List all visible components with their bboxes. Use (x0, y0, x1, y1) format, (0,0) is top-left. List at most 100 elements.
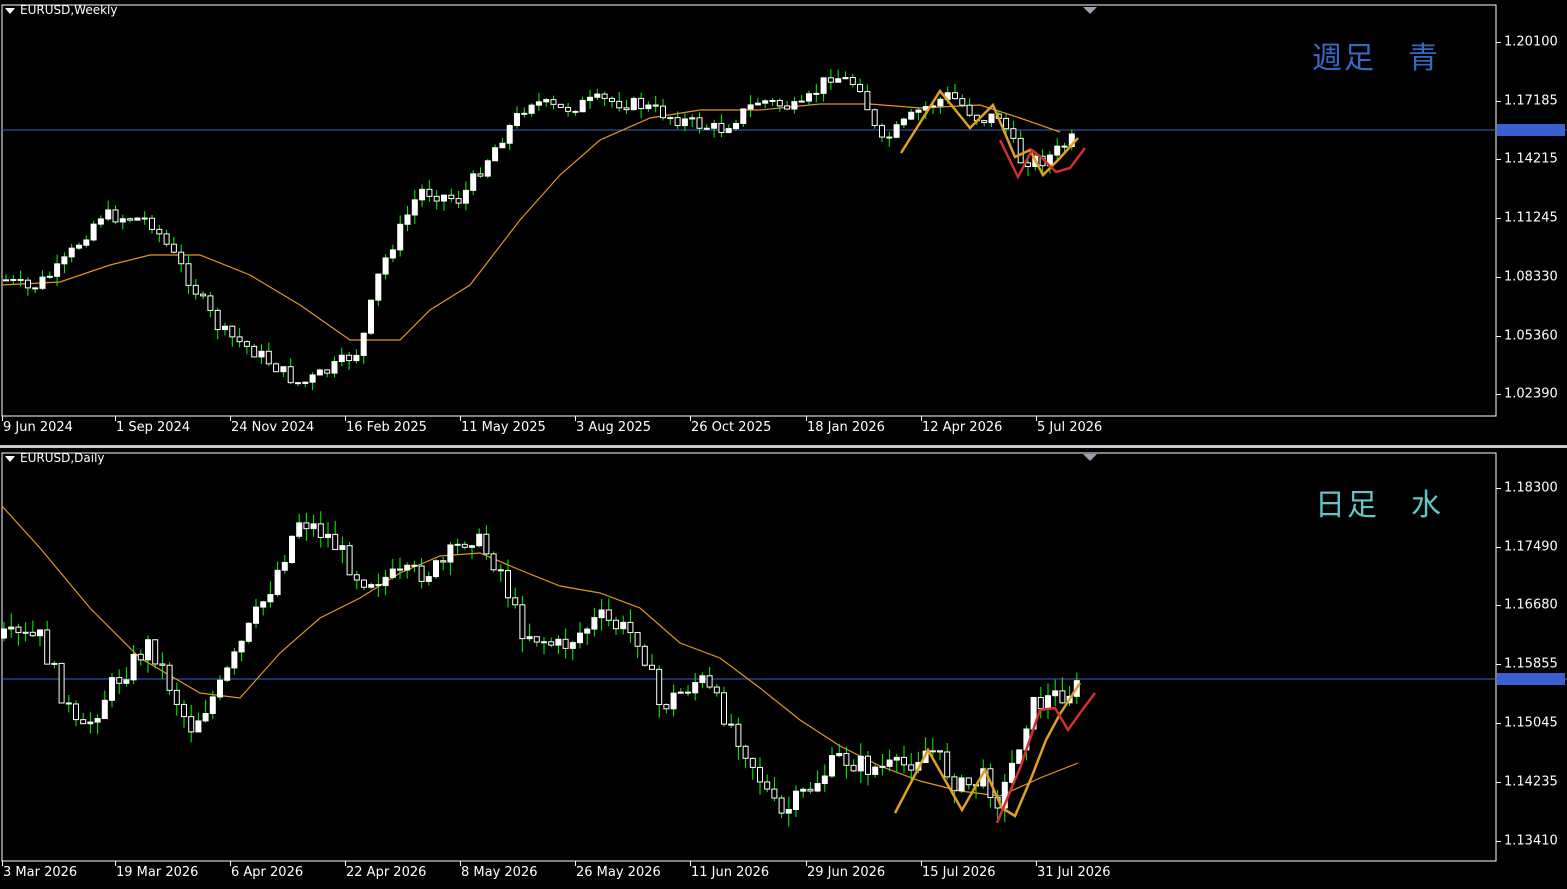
candle-body (127, 218, 134, 221)
candle-body (713, 686, 720, 694)
candle-body (433, 195, 440, 202)
candle-body (569, 642, 576, 649)
candle-body (740, 108, 747, 124)
candle-body (1, 628, 7, 639)
chart-shift-icon[interactable] (1083, 454, 1097, 461)
chart-shift-icon[interactable] (1083, 7, 1097, 14)
candle-body (584, 628, 591, 634)
candle-body (119, 218, 126, 223)
candle-body (461, 543, 468, 548)
candle-body (966, 104, 973, 116)
candle-body (309, 374, 316, 383)
candle-body (325, 533, 331, 538)
candle-body (908, 111, 915, 120)
candle-body (813, 92, 820, 95)
candle-body (188, 716, 195, 733)
candle-body (3, 279, 9, 282)
candle-body (634, 632, 641, 647)
chart-frame (1, 4, 1497, 417)
candle-body (663, 704, 670, 710)
candle-body (87, 721, 94, 725)
candle-body (419, 188, 426, 201)
candle-body (762, 100, 769, 104)
candle-body (791, 101, 798, 110)
candle-body (562, 638, 569, 649)
x-axis-label: 8 May 2026 (461, 865, 538, 880)
dropdown-triangle-icon[interactable] (5, 455, 15, 462)
candle-body (448, 194, 455, 200)
candle-body (411, 564, 418, 567)
candle-body (8, 626, 15, 630)
candle-body (265, 350, 272, 365)
daily-symbol-label: EURUSD,Daily (20, 451, 105, 465)
candle-body (879, 765, 886, 768)
x-axis-label: 12 Apr 2026 (922, 420, 1003, 435)
candle-body (339, 545, 346, 550)
y-axis-tick (1496, 841, 1501, 842)
candle-body (981, 120, 988, 124)
price-marker (1497, 673, 1565, 685)
candle-body (747, 104, 754, 110)
candle-body (528, 104, 535, 114)
x-axis-label: 15 Jul 2026 (922, 865, 996, 880)
candle-body (289, 535, 295, 563)
candle-body (51, 662, 58, 665)
candle-body (778, 797, 785, 814)
candle-body (267, 594, 274, 603)
candle-body (988, 113, 995, 124)
candle-body (411, 199, 418, 216)
candle-body (200, 293, 207, 297)
candle-body (800, 788, 807, 792)
daily-chart-pane[interactable]: EURUSD,Daily 日足 水 1.18300 1.17490 1.16680 1… (0, 448, 1567, 889)
candle-body (195, 720, 202, 733)
y-axis-label: 1.15855 (1504, 656, 1558, 672)
candle-body (404, 564, 411, 571)
y-axis-label: 1.16680 (1504, 597, 1558, 613)
candle-body (533, 636, 540, 643)
x-axis-label: 29 Jun 2026 (807, 865, 886, 880)
x-axis-label: 19 Mar 2026 (116, 865, 199, 880)
candle-body (54, 263, 61, 277)
candle-body (674, 117, 681, 127)
candle-body (1009, 762, 1015, 783)
candle-body (303, 522, 310, 530)
weekly-chart-pane[interactable]: EURUSD,Weekly 週足 青 1.20100 1.17185 1.14215… (0, 0, 1567, 446)
candle-body (24, 279, 31, 289)
candle-body (425, 576, 432, 582)
candle-body (754, 102, 761, 106)
candle-body (207, 295, 214, 311)
x-axis-label: 26 May 2026 (576, 865, 661, 880)
chart-frame (1, 452, 1497, 862)
y-axis-label: 1.17185 (1504, 93, 1558, 109)
candle-body (645, 104, 652, 110)
candle-body (952, 92, 958, 100)
candle-body (455, 198, 462, 204)
x-axis-label: 11 May 2025 (461, 420, 546, 435)
y-axis-tick (1496, 547, 1501, 548)
candle-body (156, 228, 163, 235)
y-axis-label: 1.17490 (1504, 539, 1558, 555)
candle-body (440, 560, 447, 563)
x-axis-label: 3 Mar 2026 (3, 865, 78, 880)
candle-body (598, 609, 605, 619)
candle-body (185, 263, 192, 286)
candle-body (543, 99, 550, 103)
candle-body (958, 777, 965, 792)
candle-body (101, 699, 108, 720)
candle-body (229, 325, 236, 338)
candle-body (94, 718, 101, 723)
candle-body (159, 663, 166, 666)
candle-body (499, 142, 506, 149)
candle-body (141, 217, 148, 220)
candle-body (827, 77, 834, 83)
y-axis-label: 1.13410 (1504, 833, 1558, 849)
candle-body (1052, 690, 1059, 697)
candle-body (667, 117, 674, 120)
candle-body (346, 354, 353, 362)
candle-body (224, 667, 231, 681)
candle-body (798, 100, 805, 103)
dropdown-triangle-icon[interactable] (5, 7, 15, 14)
candle-body (483, 533, 490, 555)
candle-body (109, 677, 115, 701)
candle-body (245, 622, 252, 642)
